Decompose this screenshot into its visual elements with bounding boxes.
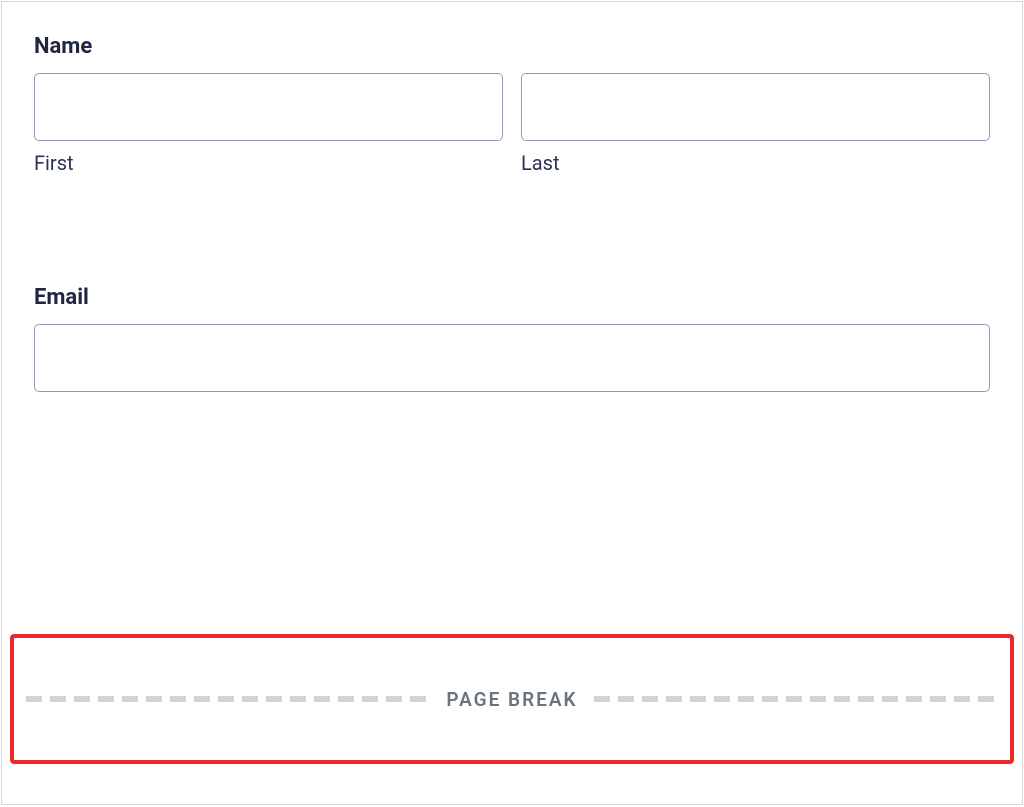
email-field-group: Email bbox=[34, 285, 990, 392]
email-label: Email bbox=[34, 285, 990, 310]
name-field-group: Name First Last bbox=[34, 34, 990, 175]
email-input[interactable] bbox=[34, 324, 990, 392]
first-name-subfield: First bbox=[34, 73, 503, 175]
last-name-input[interactable] bbox=[521, 73, 990, 141]
last-name-sublabel: Last bbox=[521, 151, 990, 175]
name-row: First Last bbox=[34, 73, 990, 175]
form-container: Name First Last Email PAGE BREAK bbox=[1, 1, 1023, 805]
first-name-input[interactable] bbox=[34, 73, 503, 141]
last-name-subfield: Last bbox=[521, 73, 990, 175]
page-break-dash-right bbox=[594, 696, 998, 702]
page-break-block[interactable]: PAGE BREAK bbox=[10, 634, 1014, 764]
page-break-label: PAGE BREAK bbox=[446, 688, 577, 711]
first-name-sublabel: First bbox=[34, 151, 503, 175]
page-break-inner: PAGE BREAK bbox=[14, 688, 1010, 711]
page-break-dash-left bbox=[26, 696, 430, 702]
name-label: Name bbox=[34, 34, 990, 59]
